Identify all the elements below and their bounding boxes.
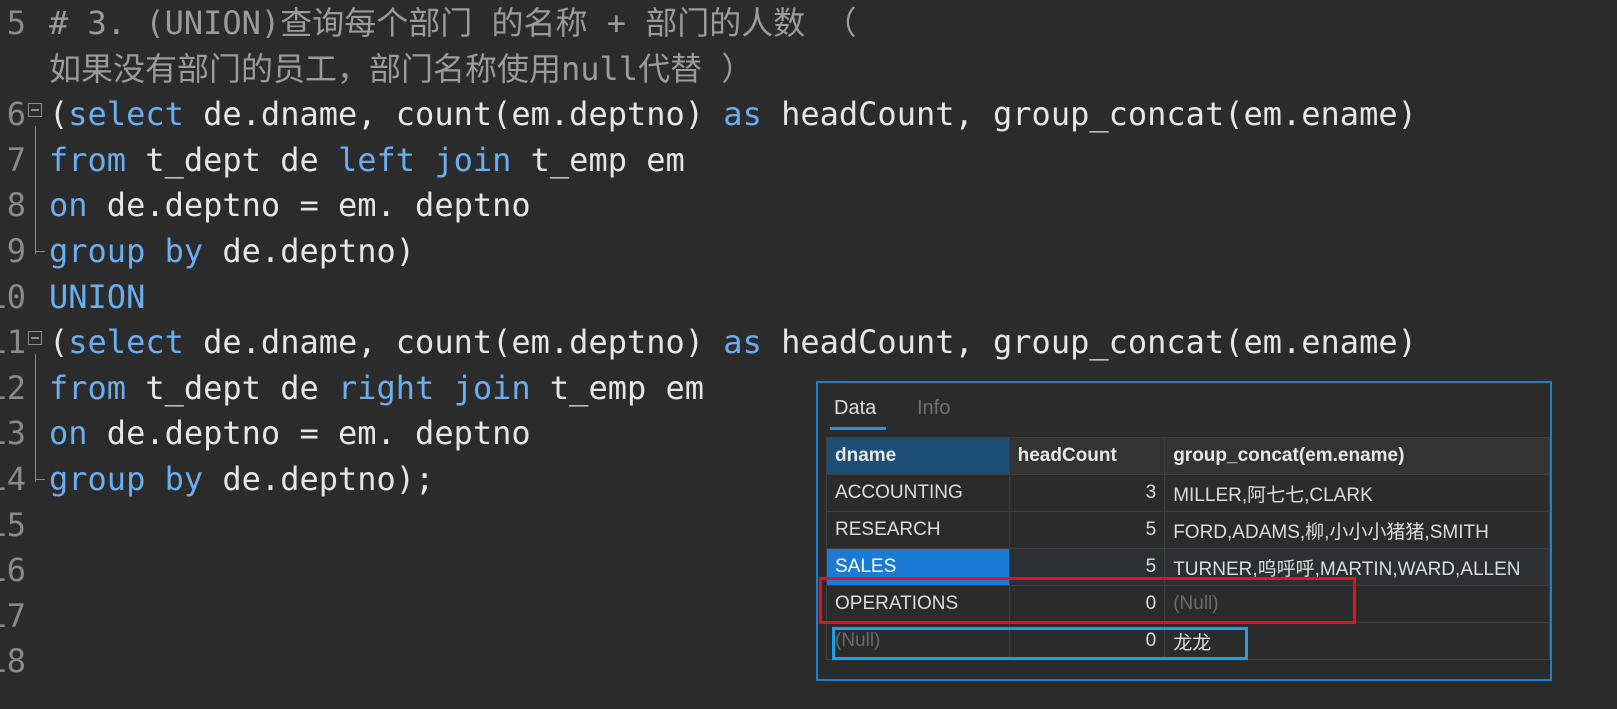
cell-dname[interactable]: RESEARCH xyxy=(826,511,1010,549)
sql-keyword: left join xyxy=(337,140,512,179)
code-text: 如果没有部门的员工，部门名称使用null代替 ） xyxy=(49,46,753,92)
sql-keyword: from xyxy=(49,140,127,179)
sql-keyword: group by xyxy=(49,232,204,270)
fold-end-icon xyxy=(35,228,45,252)
sql-token: de.deptno = em. deptno xyxy=(87,414,531,453)
sql-keyword: on xyxy=(49,414,88,453)
sql-comment: # 3. (UNION)查询每个部门 的名称 + 部门的人数 （ xyxy=(49,4,857,42)
column-header-headcount[interactable]: headCount xyxy=(1008,437,1166,475)
column-header-dname[interactable]: dname xyxy=(826,437,1010,475)
code-text: from t_dept de left join t_emp em xyxy=(49,137,685,183)
cell-names[interactable]: FORD,ADAMS,柳,小小小猪猪,SMITH xyxy=(1164,511,1550,549)
sql-comment: 如果没有部门的员工，部门名称使用null代替 ） xyxy=(49,49,754,88)
result-tabs: Data Info xyxy=(818,383,1550,431)
line-number: 6 xyxy=(6,95,26,134)
line-number: 18 xyxy=(0,642,26,681)
fold-guide xyxy=(35,354,36,482)
sql-token: de.dname, count(em.deptno) xyxy=(183,323,724,362)
line-number: 10 xyxy=(0,277,26,316)
sql-keyword: on xyxy=(49,186,88,225)
fold-guide xyxy=(35,126,36,254)
cell-dname[interactable]: ACCOUNTING xyxy=(826,474,1010,512)
line-number: 9 xyxy=(6,232,26,270)
line-number: 17 xyxy=(0,596,26,635)
column-header-group-concat[interactable]: group_concat(em.ename) xyxy=(1164,437,1550,475)
line-number: 12 xyxy=(0,368,26,407)
sql-keyword: group by xyxy=(49,460,204,498)
cell-names[interactable]: MILLER,阿七七,CLARK xyxy=(1164,474,1550,512)
sql-token: ( xyxy=(49,95,69,134)
sql-keyword: from xyxy=(49,368,127,407)
line-number: 13 xyxy=(0,414,26,453)
sql-token: de.dname, count(em.deptno) xyxy=(183,95,724,134)
sql-token: t_emp em xyxy=(530,368,705,407)
sql-keyword: select xyxy=(68,95,184,134)
code-line[interactable]: 5 # 3. (UNION)查询每个部门 的名称 + 部门的人数 （ xyxy=(0,0,1617,46)
code-text: group by de.deptno) xyxy=(49,228,415,274)
sql-keyword: select xyxy=(68,323,184,362)
code-line[interactable]: 11 (select de.dname, count(em.deptno) as … xyxy=(0,319,1617,365)
cell-headcount[interactable]: 3 xyxy=(1008,474,1166,512)
line-number: 16 xyxy=(0,551,26,590)
sql-keyword: right join xyxy=(337,368,531,407)
code-text: # 3. (UNION)查询每个部门 的名称 + 部门的人数 （ xyxy=(49,0,857,46)
code-text: on de.deptno = em. deptno xyxy=(49,182,531,228)
fold-toggle-icon[interactable] xyxy=(28,103,42,118)
table-row[interactable]: RESEARCH 5 FORD,ADAMS,柳,小小小猪猪,SMITH xyxy=(826,511,1550,549)
tab-data[interactable]: Data xyxy=(829,397,887,430)
table-row[interactable]: ACCOUNTING 3 MILLER,阿七七,CLARK xyxy=(826,474,1550,512)
sql-token: de.deptno = em. deptno xyxy=(87,186,531,225)
code-text: on de.deptno = em. deptno xyxy=(49,410,531,456)
sql-token: de.deptno); xyxy=(203,460,435,498)
line-number: 5 xyxy=(6,4,26,42)
sql-token: de.deptno) xyxy=(203,232,416,270)
line-number: 11 xyxy=(0,323,26,362)
sql-token: ( xyxy=(49,323,69,362)
highlight-box-red xyxy=(819,577,1356,624)
code-text: (select de.dname, count(em.deptno) as he… xyxy=(49,319,1417,365)
code-text: (select de.dname, count(em.deptno) as he… xyxy=(49,91,1417,137)
line-number: 15 xyxy=(0,505,26,544)
sql-token: t_dept de xyxy=(126,368,338,407)
sql-token: headCount, group_concat(em.ename) xyxy=(761,323,1417,362)
highlight-box-blue xyxy=(832,627,1248,660)
code-line[interactable]: 9 group by de.deptno) xyxy=(0,228,1617,274)
code-line[interactable]: 7 from t_dept de left join t_emp em xyxy=(0,137,1617,183)
cell-headcount[interactable]: 5 xyxy=(1008,511,1166,549)
sql-token: t_dept de xyxy=(126,140,338,179)
sql-keyword: as xyxy=(723,323,762,362)
line-number: 8 xyxy=(6,186,26,225)
sql-token: t_emp em xyxy=(511,140,685,179)
sql-keyword: as xyxy=(723,95,762,134)
line-number: 7 xyxy=(6,140,26,179)
sql-token: headCount, group_concat(em.ename) xyxy=(761,95,1417,134)
code-line[interactable]: 6 (select de.dname, count(em.deptno) as h… xyxy=(0,91,1617,137)
tab-info[interactable]: Info xyxy=(917,397,950,420)
code-text: from t_dept de right join t_emp em xyxy=(49,365,704,411)
fold-end-icon xyxy=(35,456,45,480)
code-text: UNION xyxy=(49,274,145,320)
code-line[interactable]: 10 UNION xyxy=(0,274,1617,320)
code-text: group by de.deptno); xyxy=(49,456,434,502)
fold-toggle-icon[interactable] xyxy=(28,331,42,346)
code-line[interactable]: 如果没有部门的员工，部门名称使用null代替 ） xyxy=(0,46,1617,92)
code-line[interactable]: 8 on de.deptno = em. deptno xyxy=(0,182,1617,228)
sql-keyword: UNION xyxy=(49,277,146,316)
line-number: 14 xyxy=(0,460,26,498)
